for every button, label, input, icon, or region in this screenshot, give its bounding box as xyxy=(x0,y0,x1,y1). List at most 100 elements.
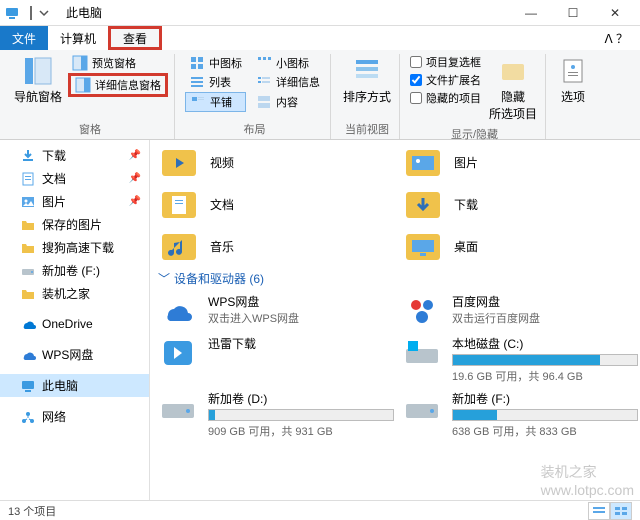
group-label-current-view: 当前视图 xyxy=(341,119,393,139)
device-item[interactable]: 百度网盘双击运行百度网盘 xyxy=(400,291,640,331)
qat-dropdown-icon[interactable] xyxy=(36,4,54,22)
sidebar-item-pictures[interactable]: 图片📌 xyxy=(0,190,149,213)
ribbon-group-options: 选项 xyxy=(550,54,596,139)
hide-selected-icon xyxy=(498,56,528,86)
wps-cloud-icon xyxy=(158,293,198,329)
drive-icon xyxy=(158,390,198,426)
sidebar-item-folder[interactable]: 装机之家 xyxy=(0,282,149,305)
details-view-toggle[interactable] xyxy=(588,502,610,520)
group-label-layout: 布局 xyxy=(185,119,324,139)
pin-icon: 📌 xyxy=(129,150,141,161)
nav-pane-icon xyxy=(23,56,53,86)
devices-section-header[interactable]: ﹀ 设备和驱动器 (6) xyxy=(156,266,640,291)
ribbon-group-panes: 导航窗格 预览窗格 详细信息窗格 窗格 xyxy=(6,54,175,139)
item-checkboxes-toggle[interactable]: 项目复选框 xyxy=(410,54,481,70)
device-item[interactable]: 迅雷下载 xyxy=(156,333,396,386)
sidebar-item-wps[interactable]: WPS网盘 xyxy=(0,343,149,366)
sidebar-item-folder[interactable]: 保存的图片 xyxy=(0,213,149,236)
small-icons-button[interactable]: 小图标 xyxy=(252,54,324,72)
sort-by-button[interactable]: 排序方式 xyxy=(341,54,393,107)
drive-icon xyxy=(402,390,442,426)
thispc-icon xyxy=(20,378,36,394)
content-icon xyxy=(256,94,272,110)
tab-computer[interactable]: 计算机 xyxy=(48,26,108,50)
drive-icon xyxy=(20,263,36,279)
ribbon-group-layout: 中图标 小图标 列表 详细信息 平铺 内容 布局 xyxy=(179,54,331,139)
folder-icon xyxy=(20,217,36,233)
window-title: 此电脑 xyxy=(66,4,102,21)
downloads-icon xyxy=(20,148,36,164)
device-item[interactable]: 本地磁盘 (C:)19.6 GB 可用，共 96.4 GB xyxy=(400,333,640,386)
capacity-bar xyxy=(452,409,638,421)
baidu-icon xyxy=(402,293,442,329)
details-icon xyxy=(256,74,272,90)
preview-pane-icon xyxy=(72,55,88,71)
close-button[interactable]: ✕ xyxy=(594,0,636,26)
pictures-folder-icon xyxy=(402,144,444,180)
chevron-down-icon: ﹀ xyxy=(158,270,170,287)
folder-music[interactable]: 音乐 xyxy=(156,226,396,266)
documents-folder-icon xyxy=(158,186,200,222)
folder-icon xyxy=(20,286,36,302)
item-count: 13 个项目 xyxy=(8,503,56,519)
thispc-icon xyxy=(4,4,22,22)
status-bar: 13 个项目 xyxy=(0,500,640,520)
sidebar-item-downloads[interactable]: 下载📌 xyxy=(0,144,149,167)
details-button[interactable]: 详细信息 xyxy=(252,73,324,91)
preview-pane-button[interactable]: 预览窗格 xyxy=(68,54,168,72)
capacity-bar xyxy=(452,354,638,366)
icons-view-toggle[interactable] xyxy=(610,502,632,520)
tab-file[interactable]: 文件 xyxy=(0,26,48,50)
sidebar-item-drive[interactable]: 新加卷 (F:) xyxy=(0,259,149,282)
documents-icon xyxy=(20,171,36,187)
sidebar-item-folder[interactable]: 搜狗高速下载 xyxy=(0,236,149,259)
list-button[interactable]: 列表 xyxy=(185,73,246,91)
options-button[interactable]: 选项 xyxy=(556,54,590,107)
folder-icon xyxy=(20,240,36,256)
desktop-folder-icon xyxy=(402,228,444,264)
small-icons-icon xyxy=(256,55,272,71)
ribbon: 导航窗格 预览窗格 详细信息窗格 窗格 中图标 小图标 列表 详细信息 平铺 内… xyxy=(0,50,640,140)
sidebar-item-documents[interactable]: 文档📌 xyxy=(0,167,149,190)
drive-win-icon xyxy=(402,335,442,371)
device-item[interactable]: WPS网盘双击进入WPS网盘 xyxy=(156,291,396,331)
tiles-button[interactable]: 平铺 xyxy=(185,92,246,112)
folder-downloads[interactable]: 下载 xyxy=(400,184,640,224)
list-icon xyxy=(189,74,205,90)
title-bar: 此电脑 — ☐ ✕ xyxy=(0,0,640,26)
ribbon-group-current-view: 排序方式 当前视图 xyxy=(335,54,400,139)
music-folder-icon xyxy=(158,228,200,264)
ribbon-help-icon[interactable]: ᐱ ？ xyxy=(592,26,640,50)
minimize-button[interactable]: — xyxy=(510,0,552,26)
capacity-bar xyxy=(208,409,394,421)
file-ext-toggle[interactable]: 文件扩展名 xyxy=(410,72,481,88)
folder-pictures[interactable]: 图片 xyxy=(400,142,640,182)
videos-folder-icon xyxy=(158,144,200,180)
sidebar-item-network[interactable]: 网络 xyxy=(0,405,149,428)
sidebar-item-onedrive[interactable]: OneDrive xyxy=(0,313,149,335)
tab-view[interactable]: 查看 xyxy=(108,26,162,50)
content-button[interactable]: 内容 xyxy=(252,92,324,112)
medium-icons-icon xyxy=(189,55,205,71)
group-label-panes: 窗格 xyxy=(12,119,168,139)
ribbon-group-show-hide: 项目复选框 文件扩展名 隐藏的项目 隐藏 所选项目 显示/隐藏 xyxy=(404,54,546,139)
ribbon-tabs: 文件 计算机 查看 ᐱ ？ xyxy=(0,26,640,50)
folder-videos[interactable]: 视频 xyxy=(156,142,396,182)
hide-selected-button[interactable]: 隐藏 所选项目 xyxy=(487,54,539,124)
folder-documents[interactable]: 文档 xyxy=(156,184,396,224)
details-pane-button[interactable]: 详细信息窗格 xyxy=(68,73,168,97)
details-pane-icon xyxy=(75,77,91,93)
pin-icon: 📌 xyxy=(129,173,141,184)
onedrive-icon xyxy=(20,316,36,332)
hidden-items-toggle[interactable]: 隐藏的项目 xyxy=(410,90,481,106)
network-icon xyxy=(20,409,36,425)
folder-desktop[interactable]: 桌面 xyxy=(400,226,640,266)
maximize-button[interactable]: ☐ xyxy=(552,0,594,26)
medium-icons-button[interactable]: 中图标 xyxy=(185,54,246,72)
device-item[interactable]: 新加卷 (F:)638 GB 可用，共 833 GB xyxy=(400,388,640,441)
nav-pane-button[interactable]: 导航窗格 xyxy=(12,54,64,107)
device-item[interactable]: 新加卷 (D:)909 GB 可用，共 931 GB xyxy=(156,388,396,441)
tiles-icon xyxy=(190,94,206,110)
sidebar-item-thispc[interactable]: 此电脑 xyxy=(0,374,149,397)
xunlei-icon xyxy=(158,335,198,371)
